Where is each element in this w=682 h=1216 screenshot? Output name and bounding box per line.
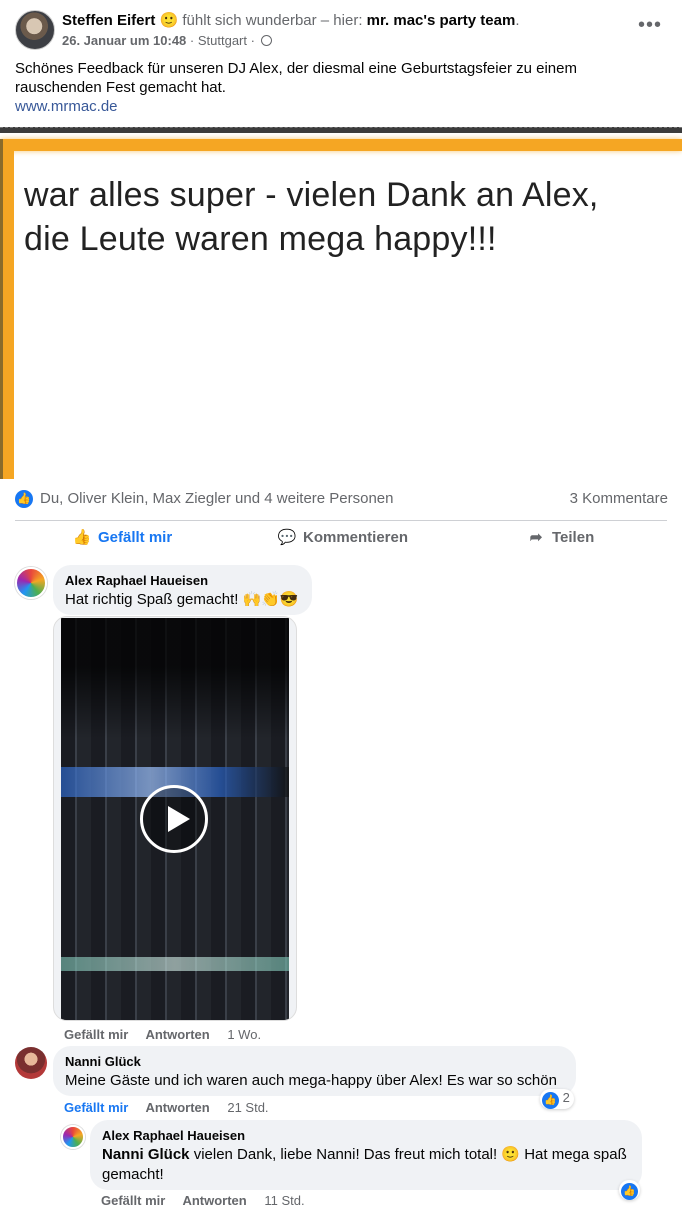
image-orange-border-top — [0, 139, 682, 151]
comment-reply-button[interactable]: Antworten — [182, 1193, 246, 1208]
image-frame-top — [0, 127, 682, 133]
commenter-avatar[interactable] — [15, 567, 47, 599]
comment-mention[interactable]: Nanni Glück — [102, 1146, 190, 1163]
post-header: Steffen Eifert 🙂 fühlt sich wunderbar – … — [15, 10, 670, 52]
comment-text: Nanni Glück vielen Dank, liebe Nanni! Da… — [102, 1146, 627, 1183]
comment-like-button[interactable]: Gefällt mir — [101, 1193, 165, 1208]
divider — [15, 520, 667, 521]
image-quote: war alles super - vielen Dank an Alex, d… — [24, 173, 674, 261]
comment-actions: Gefällt mir Antworten 11 Std. — [101, 1193, 319, 1208]
feeling-text: fühlt sich wunderbar – hier: — [182, 12, 363, 29]
comment-icon: 💬 — [277, 529, 297, 546]
comment-count[interactable]: 3 Kommentare — [570, 490, 668, 507]
like-label: Gefällt mir — [98, 529, 173, 546]
author-avatar[interactable] — [15, 10, 55, 50]
comment-text: Hat richtig Spaß gemacht! 🙌👏😎 — [65, 591, 299, 608]
like-reaction-icon: 👍 — [542, 1092, 559, 1109]
comment-reactions[interactable]: 👍 — [619, 1180, 640, 1200]
comment-text: Meine Gäste und ich waren auch mega-happ… — [65, 1072, 557, 1089]
like-reaction-icon: 👍 — [15, 490, 33, 508]
comment-bubble: Alex Raphael Haueisen Hat richtig Spaß g… — [53, 565, 312, 615]
post-image[interactable]: war alles super - vielen Dank an Alex, d… — [0, 127, 682, 479]
comment-time[interactable]: 21 Std. — [227, 1100, 268, 1115]
commenter-avatar[interactable] — [61, 1125, 85, 1149]
post-text: Schönes Feedback für unseren DJ Alex, de… — [15, 60, 577, 96]
comment-reply-button[interactable]: Antworten — [145, 1027, 209, 1042]
comment-like-button[interactable]: Gefällt mir — [64, 1027, 128, 1042]
comment-author[interactable]: Alex Raphael Haueisen — [102, 1128, 630, 1143]
post-meta: 26. Januar um 10:48 · Stuttgart · — [62, 33, 272, 48]
post-location: · Stuttgart · — [189, 33, 255, 48]
reactors-summary[interactable]: Du, Oliver Klein, Max Ziegler und 4 weit… — [40, 490, 394, 507]
post-date[interactable]: 26. Januar um 10:48 — [62, 33, 186, 48]
reactions-bar: 👍 Du, Oliver Klein, Max Ziegler und 4 we… — [15, 489, 670, 511]
comment-like-button[interactable]: Gefällt mir — [64, 1100, 128, 1115]
image-orange-border-left — [0, 139, 14, 479]
comment-author[interactable]: Alex Raphael Haueisen — [65, 573, 300, 588]
comment-label: Kommentieren — [303, 529, 409, 546]
comment-bubble: Nanni Glück Meine Gäste und ich waren au… — [53, 1046, 576, 1096]
comment-author[interactable]: Nanni Glück — [65, 1054, 564, 1069]
post-link[interactable]: www.mrmac.de — [15, 98, 118, 115]
comment-time[interactable]: 11 Std. — [264, 1193, 304, 1208]
comment-video[interactable] — [53, 616, 297, 1021]
thumbs-up-icon: 👍 — [72, 529, 92, 546]
comment-button[interactable]: 💬 Kommentieren — [277, 528, 408, 546]
author-name[interactable]: Steffen Eifert — [62, 12, 155, 29]
post-actions: 👍 Gefällt mir 💬 Kommentieren ➦ Teilen — [0, 528, 682, 556]
commenter-avatar[interactable] — [15, 1047, 47, 1079]
comment-reactions[interactable]: 👍 2 — [540, 1089, 574, 1109]
comment-actions: Gefällt mir Antworten 21 Std. — [64, 1100, 283, 1115]
page-suffix: . — [515, 12, 520, 29]
share-button[interactable]: ➦ Teilen — [526, 528, 595, 546]
comment-reply-button[interactable]: Antworten — [145, 1100, 209, 1115]
video-highlight — [61, 957, 289, 971]
like-button[interactable]: 👍 Gefällt mir — [72, 528, 173, 546]
author-line: Steffen Eifert 🙂 fühlt sich wunderbar – … — [62, 11, 520, 29]
globe-icon — [260, 35, 272, 46]
comment-reaction-count: 2 — [562, 1090, 570, 1105]
comment-actions: Gefällt mir Antworten 1 Wo. — [64, 1027, 275, 1042]
more-options-icon[interactable]: ••• — [638, 14, 662, 37]
image-quote-line2: die Leute waren mega happy!!! — [24, 220, 497, 258]
share-icon: ➦ — [529, 529, 543, 546]
image-quote-line1: war alles super - vielen Dank an Alex, — [24, 176, 599, 214]
comment-time[interactable]: 1 Wo. — [227, 1027, 261, 1042]
page-link[interactable]: mr. mac's party team — [367, 12, 516, 29]
play-icon[interactable] — [140, 785, 208, 853]
share-label: Teilen — [552, 529, 595, 546]
feeling-emoji: 🙂 — [159, 12, 179, 29]
like-reaction-icon: 👍 — [621, 1183, 638, 1200]
reply-bubble: Alex Raphael Haueisen Nanni Glück vielen… — [90, 1120, 642, 1190]
